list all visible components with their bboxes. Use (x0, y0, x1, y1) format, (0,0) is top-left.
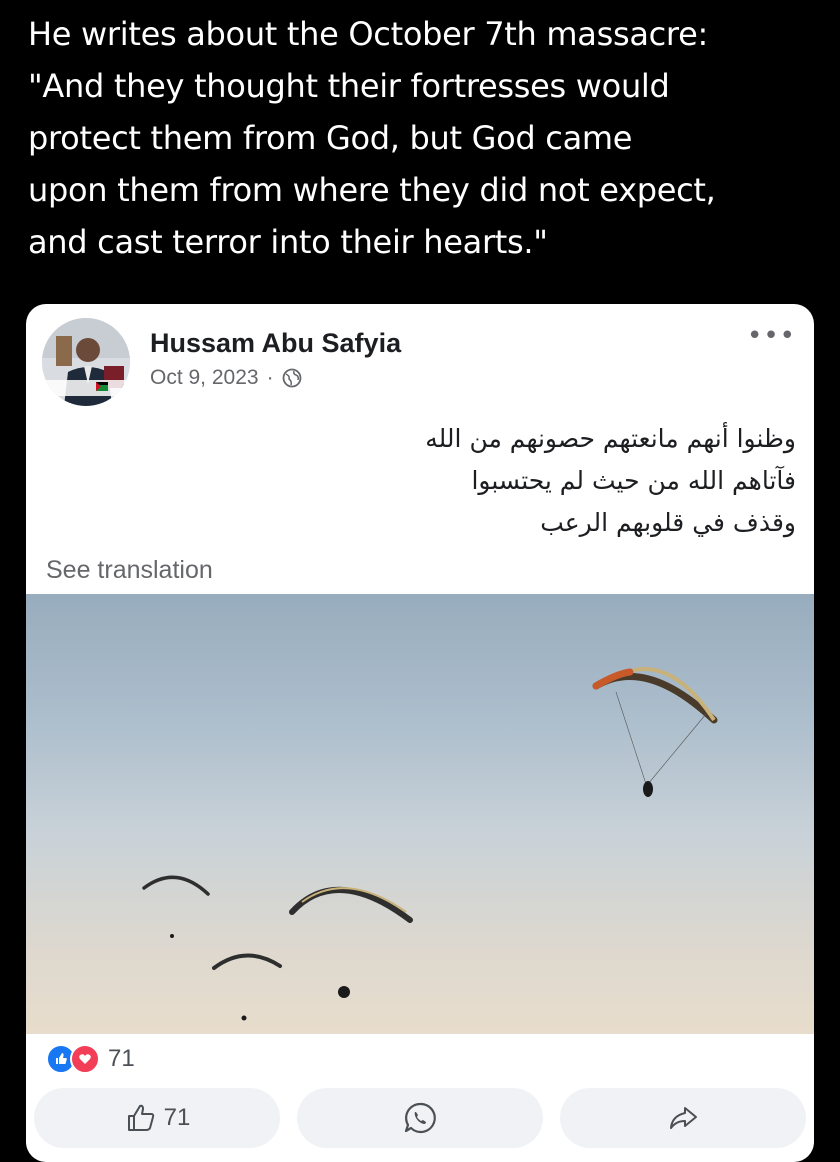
facebook-post-card: Hussam Abu Safyia Oct 9, 2023 · ••• وظنو… (26, 304, 814, 1162)
meta-separator: · (266, 366, 274, 389)
tweet-line: "And they thought their fortresses would (28, 67, 670, 105)
whatsapp-icon (404, 1102, 436, 1133)
tweet-line: protect them from God, but God came (28, 119, 633, 157)
author-name[interactable]: Hussam Abu Safyia (150, 328, 401, 359)
see-translation-link[interactable]: See translation (46, 556, 213, 585)
avatar[interactable] (42, 318, 130, 406)
arabic-line: فآتاهم الله من حيث لم يحتسبوا (471, 466, 796, 495)
avatar-image (42, 318, 130, 406)
post-meta: Oct 9, 2023 · (150, 366, 302, 390)
like-count: 71 (163, 1104, 191, 1131)
globe-icon (282, 368, 301, 388)
post-arabic-text: وظنوا أنهم مانعتهم حصونهم من الله فآتاهم… (296, 418, 796, 544)
tweet-line: upon them from where they did not expect… (28, 171, 716, 209)
reactions-summary[interactable]: 71 (46, 1044, 135, 1074)
arabic-line: وقذف في قلوبهم الرعب (540, 508, 796, 537)
like-button[interactable]: 71 (34, 1088, 280, 1148)
tweet-line: He writes about the October 7th massacre… (28, 15, 708, 53)
share-arrow-icon (670, 1107, 697, 1129)
reaction-icons (46, 1044, 100, 1074)
love-reaction-icon (70, 1044, 100, 1074)
more-options-button[interactable]: ••• (747, 323, 796, 349)
post-date[interactable]: Oct 9, 2023 (150, 366, 259, 390)
paragliders-image (142, 667, 718, 1021)
tweet-text: He writes about the October 7th massacre… (28, 8, 828, 268)
arabic-line: وظنوا أنهم مانعتهم حصونهم من الله (425, 424, 796, 453)
thumbs-up-icon (127, 1104, 154, 1131)
share-button[interactable] (560, 1088, 806, 1148)
post-photo[interactable] (26, 594, 814, 1034)
whatsapp-share-button[interactable] (297, 1088, 543, 1148)
tweet-line: and cast terror into their hearts." (28, 223, 548, 261)
reaction-count: 71 (108, 1045, 135, 1072)
action-bar: 71 (34, 1088, 806, 1150)
